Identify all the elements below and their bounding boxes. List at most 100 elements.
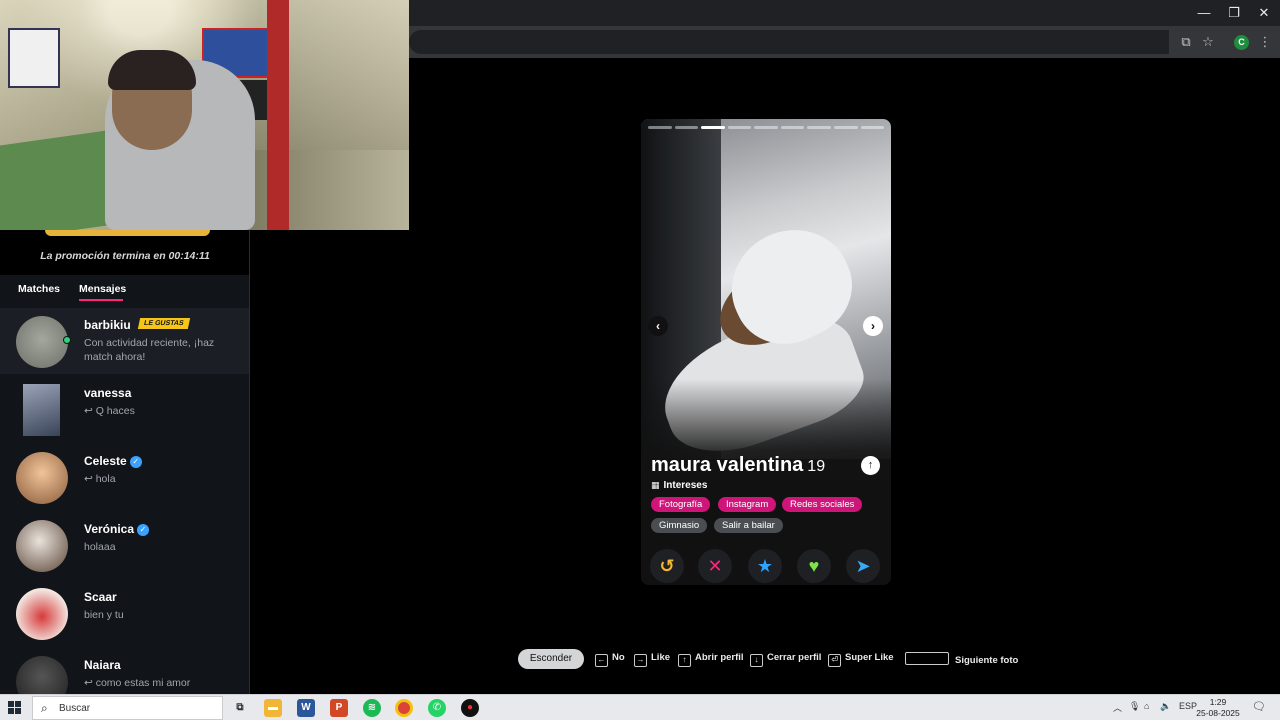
screen: — ❐ ✕ ⧉ ☆ C ⋮ La promoción termina en 00… xyxy=(0,0,1280,720)
conversation-name: barbikiu xyxy=(84,318,131,332)
file-explorer-icon[interactable]: ▬ xyxy=(264,699,282,717)
arrow-up-icon: ↑ xyxy=(678,654,691,667)
install-app-icon[interactable]: ⧉ xyxy=(1178,34,1194,50)
photo-progress-segment xyxy=(780,126,805,129)
photo-progress-segment xyxy=(807,126,831,129)
tab-matches[interactable]: Matches xyxy=(18,283,60,295)
shortcut-open-profile: ↑ Abrir perfil xyxy=(678,652,744,667)
shortcut-like: → Like xyxy=(634,652,670,667)
webcam-poster xyxy=(8,28,60,88)
chrome-icon[interactable] xyxy=(395,699,413,717)
powerpoint-icon[interactable]: P xyxy=(330,699,348,717)
profile-name-text: maura valentina xyxy=(651,454,804,476)
promo-countdown: La promoción termina en 00:14:11 xyxy=(40,250,210,262)
shortcut-label: Like xyxy=(651,652,671,663)
webcam-overlay xyxy=(0,0,409,230)
avatar xyxy=(16,520,68,572)
conversation-preview-line2: match ahora! xyxy=(84,351,146,363)
interest-chip: Gimnasio xyxy=(651,518,708,533)
interest-chip: Redes sociales xyxy=(782,497,863,512)
shortcut-label: Abrir perfil xyxy=(695,652,744,663)
open-profile-button[interactable]: ↑ xyxy=(861,456,880,475)
photo-progress-segment xyxy=(648,126,672,129)
webcam-red-pole xyxy=(267,0,289,230)
conversation-item-vanessa[interactable]: vanessa ↩ Q haces xyxy=(0,376,249,442)
task-view-icon[interactable]: ⧉ xyxy=(231,699,249,717)
enter-key-icon: ⏎ xyxy=(828,654,841,667)
conversation-item-naiara[interactable]: Naiara ↩ como estas mi amor xyxy=(0,648,249,694)
conversation-preview: holaaa xyxy=(84,541,116,553)
avatar xyxy=(23,384,60,436)
notifications-icon[interactable]: 🗨 xyxy=(1252,700,1266,713)
boost-button[interactable]: ➤ xyxy=(846,549,880,583)
shortcut-label: No xyxy=(612,652,625,663)
photo-progress-segment xyxy=(727,126,752,129)
hide-shortcuts-button[interactable]: Esconder xyxy=(518,649,584,669)
profile-avatar[interactable]: C xyxy=(1234,35,1249,50)
conversation-item-celeste[interactable]: Celeste ✓ ↩ hola xyxy=(0,444,249,510)
address-bar[interactable] xyxy=(409,30,1169,54)
profile-name: maura valentina 19 xyxy=(651,454,825,477)
tray-chevron-icon[interactable]: ︿ xyxy=(1113,701,1122,714)
super-like-button[interactable]: ★ xyxy=(748,549,782,583)
interests-label: Intereses xyxy=(663,480,708,491)
nope-button[interactable]: ✕ xyxy=(698,549,732,583)
promo-strip xyxy=(45,230,210,236)
conversation-name: Naiara xyxy=(84,658,121,672)
bookmark-star-icon[interactable]: ☆ xyxy=(1200,34,1216,50)
search-icon: ⌕ xyxy=(41,701,48,715)
language-indicator[interactable]: ESP xyxy=(1179,701,1197,711)
conversation-preview: ↩ Q haces xyxy=(84,405,135,417)
promo-banner[interactable]: La promoción termina en 00:14:11 xyxy=(0,230,249,275)
windows-start-button[interactable] xyxy=(8,701,22,715)
conversation-preview: Con actividad reciente, ¡haz xyxy=(84,337,215,349)
shortcut-label: Siguiente foto xyxy=(955,655,1019,666)
likes-you-badge: LE GUSTAS xyxy=(137,318,190,329)
restore-button[interactable]: ❐ xyxy=(1219,4,1249,22)
taskbar-clock[interactable]: 1:29 25-08-2025 xyxy=(1196,697,1240,719)
shortcut-close-profile: ↓ Cerrar perfil xyxy=(750,652,821,667)
next-photo-button[interactable]: › xyxy=(863,316,883,336)
search-placeholder: Buscar xyxy=(59,703,91,714)
conversation-preview: ↩ como estas mi amor xyxy=(84,677,191,689)
interests-heading: ▦ Intereses xyxy=(651,480,707,491)
conversation-name: Celeste ✓ xyxy=(84,454,142,468)
grid-icon: ▦ xyxy=(651,480,660,490)
rewind-icon: ↺ xyxy=(659,556,675,576)
clock-date: 25-08-2025 xyxy=(1196,708,1240,718)
network-icon[interactable]: ⌂ xyxy=(1144,701,1149,711)
browser-menu-icon[interactable]: ⋮ xyxy=(1257,34,1273,50)
close-button[interactable]: ✕ xyxy=(1249,4,1279,22)
microphone-icon[interactable]: 🎙 xyxy=(1129,701,1140,712)
profile-age: 19 xyxy=(807,458,826,475)
shortcuts-bar: Esconder ← No → Like ↑ Abrir perfil ↓ Cerrar… xyxy=(518,649,1038,669)
conversation-name-text: Celeste xyxy=(84,454,127,468)
rewind-button[interactable]: ↺ xyxy=(650,549,684,583)
verified-icon: ✓ xyxy=(129,456,142,468)
photo-progress xyxy=(648,126,885,129)
conversation-name-text: Verónica xyxy=(84,522,135,536)
interest-chip: Salir a bailar xyxy=(714,518,783,533)
app-icon[interactable]: ● xyxy=(461,699,479,717)
taskbar-search[interactable]: ⌕ Buscar xyxy=(32,696,223,720)
like-button[interactable]: ♥ xyxy=(797,549,831,583)
volume-icon[interactable]: 🔈 xyxy=(1160,701,1171,712)
shortcut-super-like: ⏎ Super Like xyxy=(828,652,894,667)
arrow-left-icon: ← xyxy=(595,654,608,667)
minimize-button[interactable]: — xyxy=(1189,4,1219,22)
word-icon[interactable]: W xyxy=(297,699,315,717)
space-key-icon xyxy=(905,652,949,665)
conversation-item-veronica[interactable]: Verónica ✓ holaaa xyxy=(0,512,249,578)
previous-photo-button[interactable]: ‹ xyxy=(648,316,668,336)
tab-mensajes[interactable]: Mensajes xyxy=(79,283,126,295)
profile-card[interactable]: ‹ › maura valentina 19 ↑ ▦ Intereses Fotog… xyxy=(641,119,891,585)
conversation-item-barbikiu[interactable]: barbikiu LE GUSTAS Con actividad recient… xyxy=(0,308,249,374)
whatsapp-icon[interactable]: ✆ xyxy=(428,699,446,717)
avatar xyxy=(16,588,68,640)
photo-progress-segment xyxy=(860,126,885,129)
conversation-item-scaar[interactable]: Scaar bien y tu xyxy=(0,580,249,646)
avatar xyxy=(16,316,68,368)
photo-progress-segment xyxy=(701,126,725,129)
spotify-icon[interactable]: ≋ xyxy=(363,699,381,717)
shortcut-next-photo: Siguiente foto xyxy=(905,652,1018,666)
